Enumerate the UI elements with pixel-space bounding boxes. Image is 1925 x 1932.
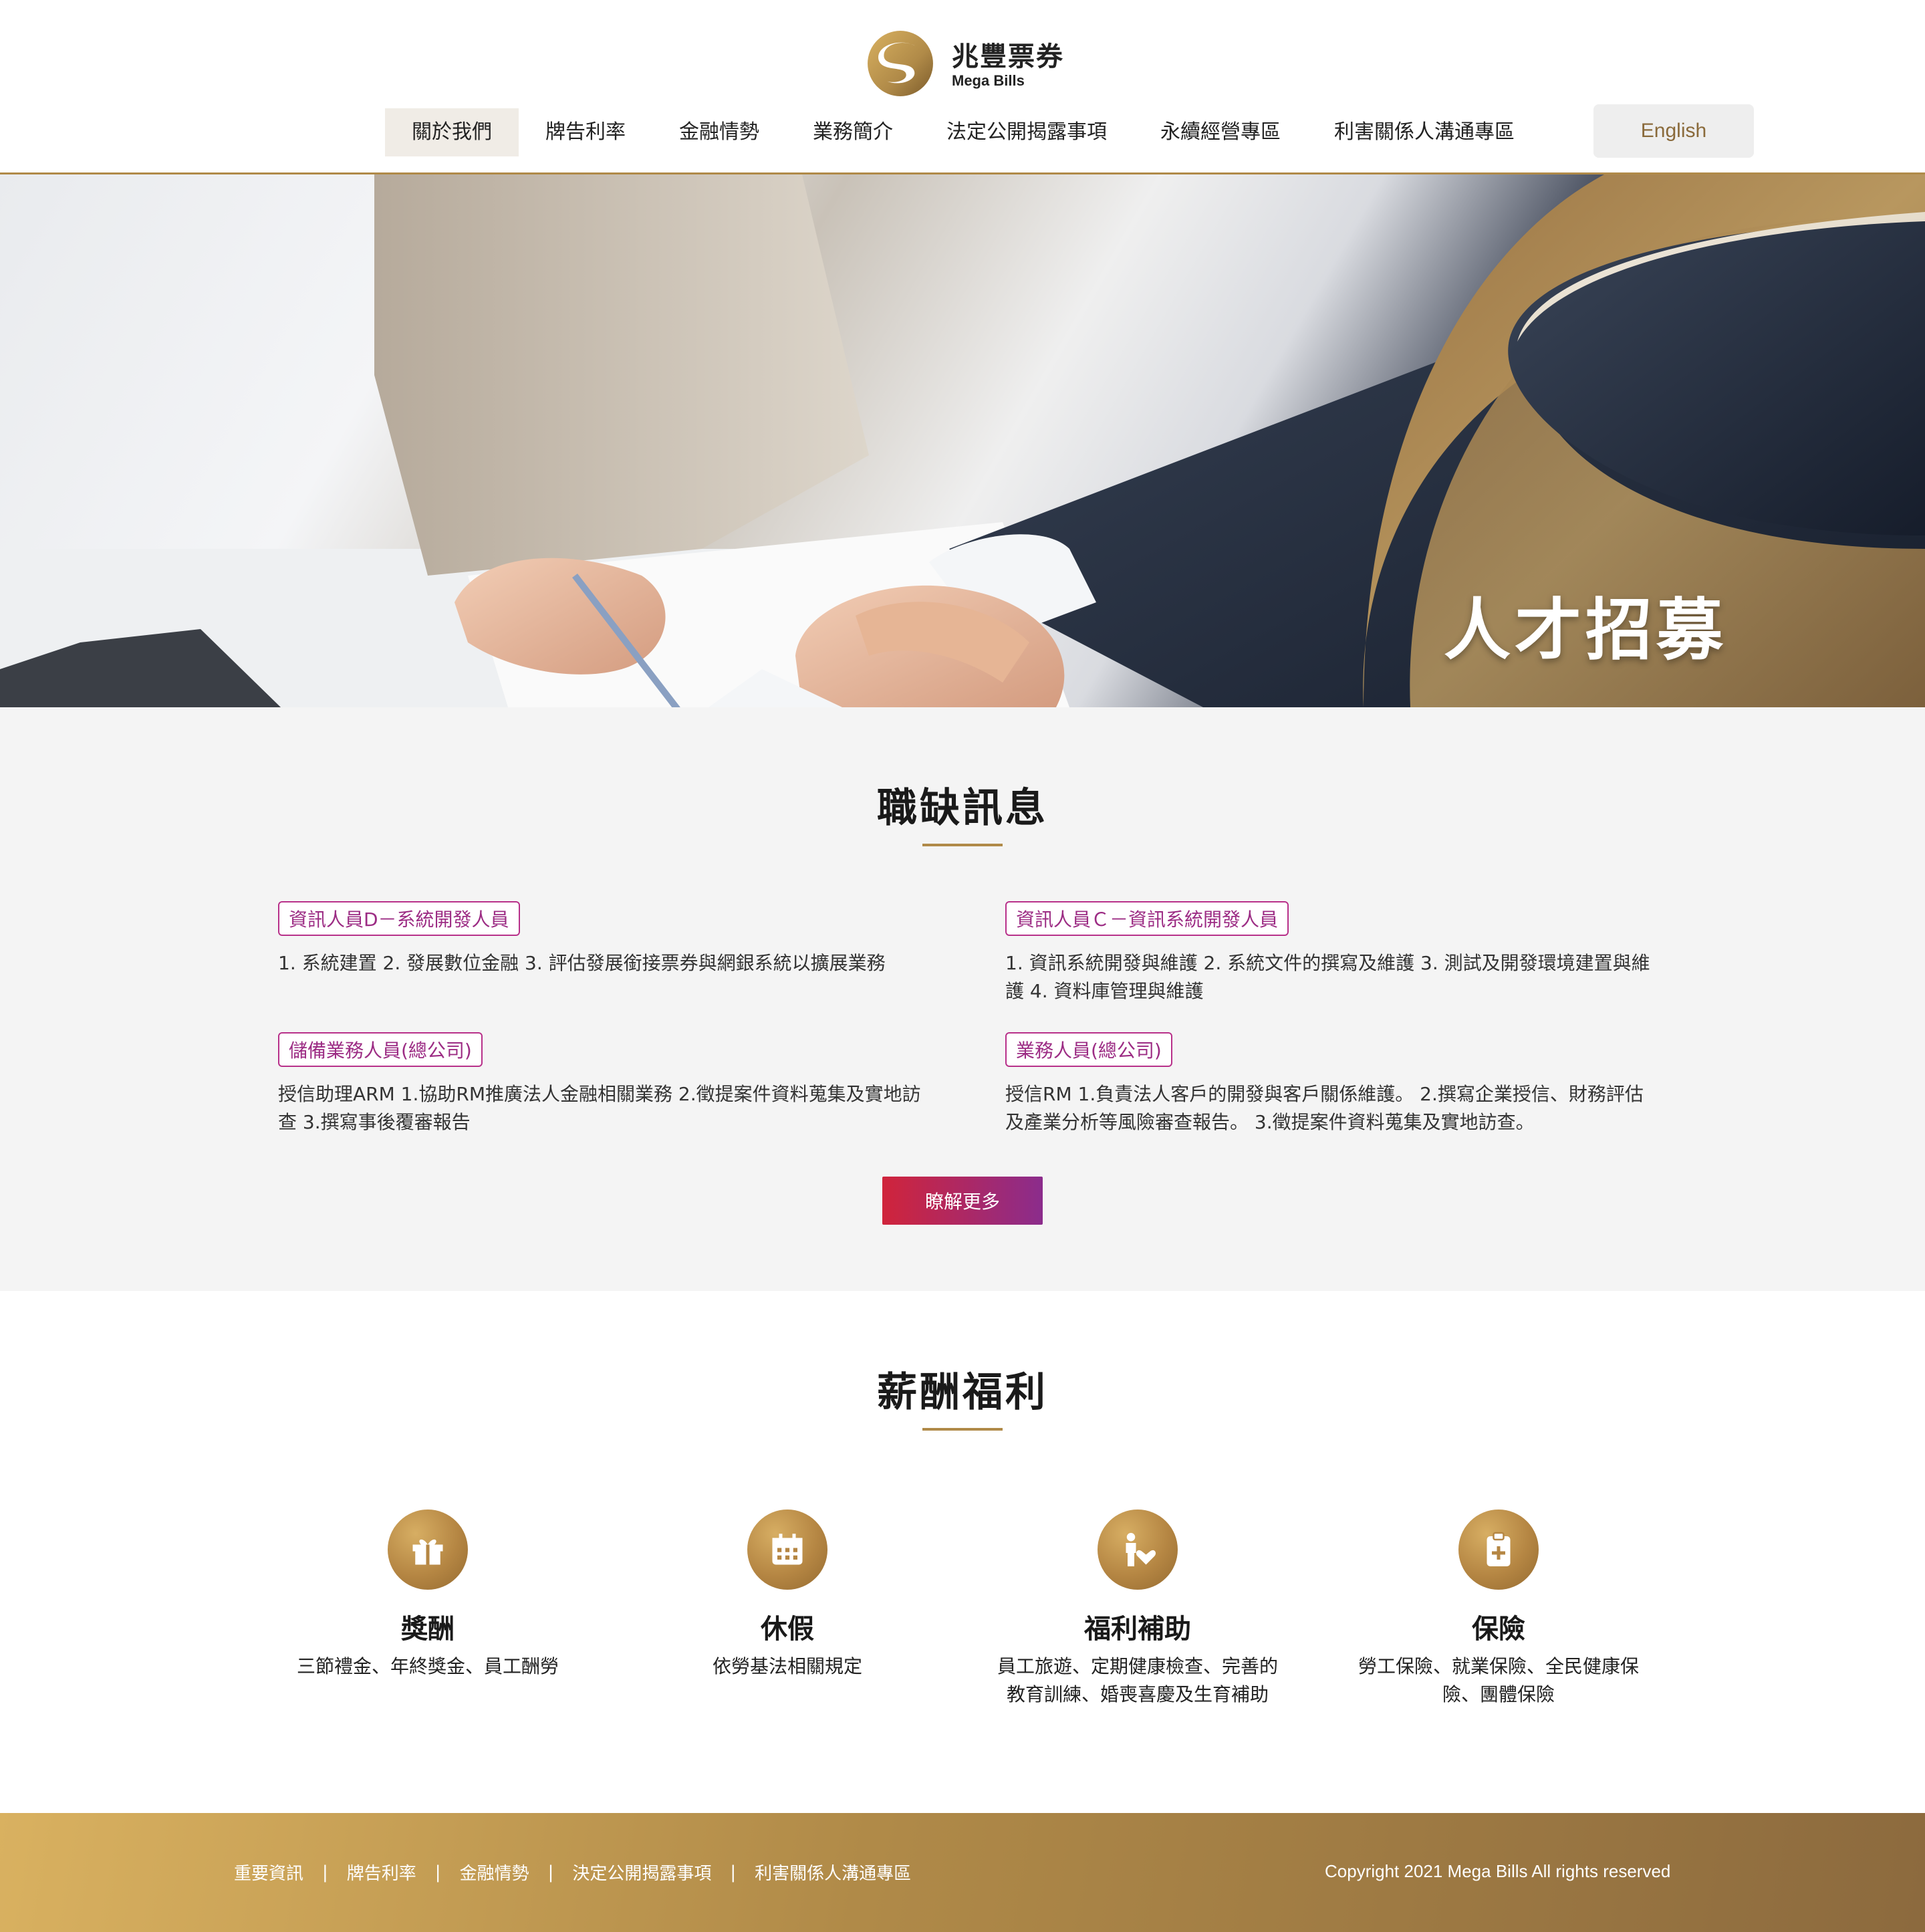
benefit-name: 福利補助: [1084, 1614, 1191, 1645]
benefit-name: 保險: [1472, 1614, 1525, 1645]
nav-item-sustainability[interactable]: 永續經營專區: [1134, 108, 1307, 156]
benefit-description: 員工旅遊、定期健康檢查、完善的教育訓練、婚喪喜慶及生育補助: [997, 1655, 1279, 1705]
hero-banner: 人才招募: [0, 174, 1925, 707]
footer-links: 重要資訊 | 牌告利率 | 金融情勢 | 決定公開揭露事項 | 利害關係人溝通專…: [234, 1860, 911, 1885]
main-nav: 關於我們 牌告利率 金融情勢 業務簡介 法定公開揭露事項 永續經營專區 利害關係…: [385, 108, 1541, 156]
job-tag[interactable]: 業務人員(總公司): [1005, 1032, 1172, 1067]
nav-item-about[interactable]: 關於我們: [385, 108, 519, 156]
hero-title: 人才招募: [1444, 591, 1727, 669]
job-tag[interactable]: 資訊人員D－系統開發人員: [278, 901, 520, 936]
benefits-title: 薪酬福利: [877, 1369, 1048, 1416]
footer-link-disclosure[interactable]: 決定公開揭露事項: [572, 1860, 711, 1885]
footer-link-stakeholders[interactable]: 利害關係人溝通專區: [755, 1860, 911, 1885]
benefit-item-insurance: 保險 勞工保險、就業保險、全民健康保險、團體保險: [1358, 1510, 1639, 1709]
benefit-item-leave: 休假 依勞基法相關規定: [647, 1510, 928, 1681]
benefits-title-underline: [922, 1428, 1003, 1431]
mega-bills-logo-icon: [868, 31, 933, 96]
nav-item-rates[interactable]: 牌告利率: [519, 108, 652, 156]
brand-name-zh: 兆豐票券: [952, 41, 1064, 72]
footer-separator: |: [322, 1862, 328, 1883]
job-card: 儲備業務人員(總公司) 授信助理ARM 1.協助RM推廣法人金融相關業務 2.徵…: [278, 1032, 933, 1136]
copyright-text: Copyright 2021 Mega Bills All rights res…: [1325, 1861, 1671, 1881]
benefit-item-reward: 獎酬 三節禮金、年終獎金、員工酬勞: [287, 1510, 568, 1681]
job-description: 授信助理ARM 1.協助RM推廣法人金融相關業務 2.徵提案件資料蒐集及實地訪查…: [278, 1083, 921, 1133]
job-tag[interactable]: 儲備業務人員(總公司): [278, 1032, 483, 1067]
benefit-description: 勞工保險、就業保險、全民健康保險、團體保險: [1358, 1655, 1640, 1705]
english-language-button[interactable]: English: [1593, 104, 1754, 158]
footer-link-market[interactable]: 金融情勢: [460, 1860, 529, 1885]
site-header: 兆豐票券 Mega Bills 關於我們 牌告利率 金融情勢 業務簡介 法定公開…: [0, 0, 1925, 174]
nav-item-market[interactable]: 金融情勢: [652, 108, 786, 156]
care-icon: [1098, 1510, 1178, 1590]
footer-separator: |: [730, 1862, 737, 1883]
medical-clipboard-icon: [1458, 1510, 1539, 1590]
site-footer: 重要資訊 | 牌告利率 | 金融情勢 | 決定公開揭露事項 | 利害關係人溝通專…: [0, 1813, 1925, 1932]
benefit-description: 依勞基法相關規定: [712, 1655, 862, 1677]
benefit-name: 休假: [761, 1614, 814, 1645]
job-card: 業務人員(總公司) 授信RM 1.負責法人客戶的開發與客戶關係維護。 2.撰寫企…: [1005, 1032, 1660, 1136]
job-description: 1. 資訊系統開發與維護 2. 系統文件的撰寫及維護 3. 測試及開發環境建置與…: [1005, 952, 1650, 1002]
benefit-name: 獎酬: [401, 1614, 455, 1645]
nav-item-business[interactable]: 業務簡介: [786, 108, 920, 156]
nav-item-disclosure[interactable]: 法定公開揭露事項: [920, 108, 1134, 156]
benefit-item-welfare: 福利補助 員工旅遊、定期健康檢查、完善的教育訓練、婚喪喜慶及生育補助: [997, 1510, 1278, 1709]
job-card: 資訊人員Ｃ－資訊系統開發人員 1. 資訊系統開發與維護 2. 系統文件的撰寫及維…: [1005, 901, 1660, 1005]
nav-item-stakeholders[interactable]: 利害關係人溝通專區: [1307, 108, 1541, 156]
calendar-icon: [747, 1510, 827, 1590]
gift-icon: [388, 1510, 468, 1590]
job-description: 授信RM 1.負責法人客戶的開發與客戶關係維護。 2.撰寫企業授信、財務評估及產…: [1005, 1083, 1644, 1133]
job-openings-title-underline: [922, 844, 1003, 846]
job-description: 1. 系統建置 2. 發展數位金融 3. 評估發展銜接票券與網銀系統以擴展業務: [278, 952, 886, 974]
job-card: 資訊人員D－系統開發人員 1. 系統建置 2. 發展數位金融 3. 評估發展銜接…: [278, 901, 933, 977]
benefit-description: 三節禮金、年終獎金、員工酬勞: [296, 1655, 559, 1677]
footer-separator: |: [434, 1862, 441, 1883]
job-tag[interactable]: 資訊人員Ｃ－資訊系統開發人員: [1005, 901, 1289, 936]
brand-logo[interactable]: 兆豐票券 Mega Bills: [866, 27, 1067, 100]
job-openings-title: 職缺訊息: [877, 785, 1048, 832]
footer-separator: |: [547, 1862, 554, 1883]
footer-link-rates[interactable]: 牌告利率: [347, 1860, 416, 1885]
brand-name-en: Mega Bills: [952, 72, 1025, 89]
footer-link-important-info[interactable]: 重要資訊: [234, 1860, 303, 1885]
learn-more-button[interactable]: 瞭解更多: [882, 1177, 1043, 1225]
